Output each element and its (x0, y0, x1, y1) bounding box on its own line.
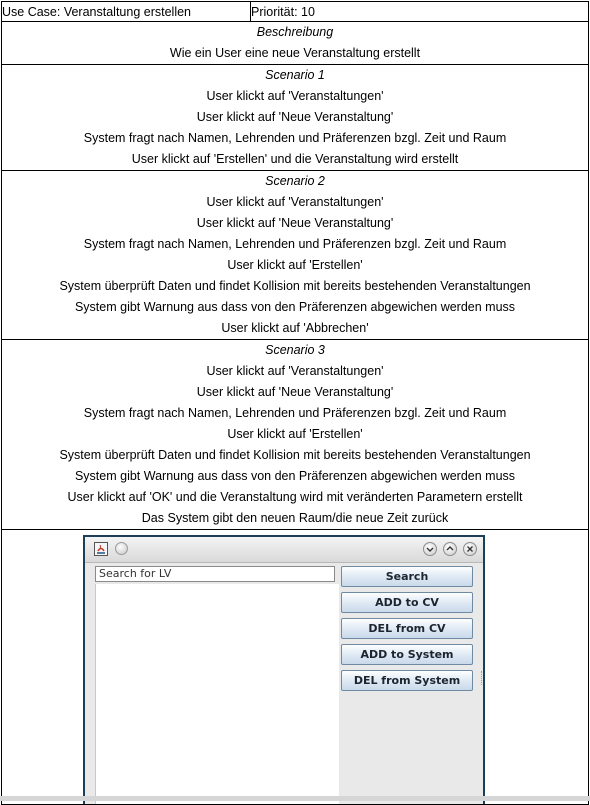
scenario-title: Scenario 1 (265, 68, 325, 82)
scenario-3-section: Scenario 3 User klickt auf 'Veranstaltun… (1, 339, 589, 530)
window-titlebar[interactable] (85, 537, 483, 563)
scenario-step: User klickt auf 'Erstellen' (227, 427, 363, 441)
maximize-icon[interactable] (443, 542, 457, 556)
del-from-system-button[interactable]: DEL from System (341, 670, 473, 691)
scenario-step: System fragt nach Namen, Lehrenden und P… (83, 131, 507, 145)
scenario-step: User klickt auf 'Veranstaltungen' (206, 364, 384, 378)
scenario-step: User klickt auf 'Neue Veranstaltung' (196, 385, 394, 399)
use-case-name: Use Case: Veranstaltung erstellen (1, 1, 251, 22)
scenario-title: Scenario 2 (265, 174, 325, 188)
scenario-2-section: Scenario 2 User klickt auf 'Veranstaltun… (1, 170, 589, 340)
app-window: Search for LV Search ADD to CV DEL from … (83, 535, 485, 804)
scenario-step: System fragt nach Namen, Lehrenden und P… (83, 237, 507, 251)
scenario-step: System gibt Warnung aus dass von den Prä… (74, 469, 516, 483)
add-to-system-button[interactable]: ADD to System (341, 644, 473, 665)
scenario-step: User klickt auf 'Erstellen' und die Vera… (131, 152, 459, 166)
scenario-step: User klickt auf 'Veranstaltungen' (206, 89, 384, 103)
scenario-step: Das System gibt den neuen Raum/die neue … (141, 511, 449, 525)
scenario-step: System fragt nach Namen, Lehrenden und P… (83, 406, 507, 420)
bottom-edge-bar (0, 796, 590, 801)
minimize-icon[interactable] (423, 542, 437, 556)
scenario-step: System überprüft Daten und findet Kollis… (59, 448, 531, 462)
scenario-step: System gibt Warnung aus dass von den Prä… (74, 300, 516, 314)
scenario-step: System überprüft Daten und findet Kollis… (59, 279, 531, 293)
scenario-step: User klickt auf 'Erstellen' (227, 258, 363, 272)
use-case-table: Use Case: Veranstaltung erstellen Priori… (1, 1, 589, 805)
scenario-step: User klickt auf 'OK' und die Veranstaltu… (67, 490, 523, 504)
description-title: Beschreibung (256, 25, 334, 39)
del-from-cv-button[interactable]: DEL from CV (341, 618, 473, 639)
window-menu-icon[interactable] (115, 542, 128, 555)
scenario-title: Scenario 3 (265, 343, 325, 357)
scenario-step: User klickt auf 'Abbrechen' (221, 321, 369, 335)
scenario-1-section: Scenario 1 User klickt auf 'Veranstaltun… (1, 64, 589, 171)
scenario-step: User klickt auf 'Neue Veranstaltung' (196, 110, 394, 124)
priority: Priorität: 10 (250, 1, 589, 22)
add-to-cv-button[interactable]: ADD to CV (341, 592, 473, 613)
mockup-screenshot-cell: Search for LV Search ADD to CV DEL from … (1, 529, 589, 805)
results-list[interactable] (95, 584, 339, 804)
scenario-step: User klickt auf 'Neue Veranstaltung' (196, 216, 394, 230)
resize-grip[interactable] (481, 671, 484, 685)
description-text: Wie ein User eine neue Veranstaltung ers… (169, 46, 421, 60)
description-section: Beschreibung Wie ein User eine neue Vera… (1, 21, 589, 65)
scenario-step: User klickt auf 'Veranstaltungen' (206, 195, 384, 209)
search-input[interactable]: Search for LV (95, 566, 335, 582)
close-icon[interactable] (463, 542, 477, 556)
window-content: Search for LV Search ADD to CV DEL from … (85, 563, 483, 804)
search-button[interactable]: Search (341, 566, 473, 587)
java-app-icon (94, 542, 108, 556)
